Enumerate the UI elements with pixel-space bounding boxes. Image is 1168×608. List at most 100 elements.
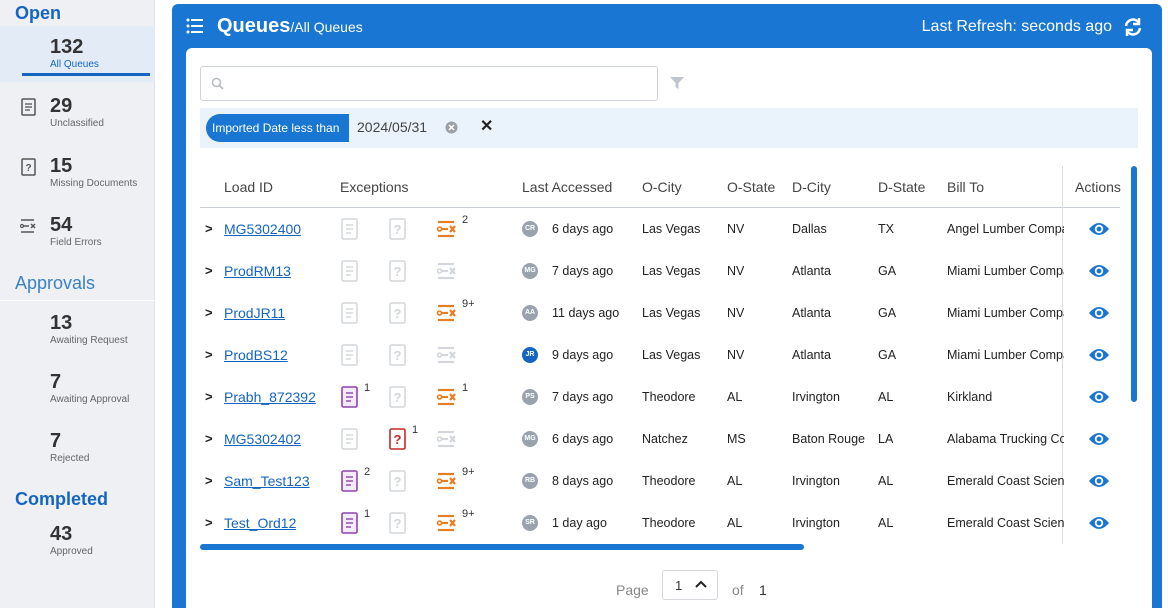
field-error-exception[interactable]: 2 (436, 214, 476, 245)
unclassified-exception[interactable] (340, 217, 380, 245)
horizontal-scrollbar[interactable] (200, 544, 804, 550)
filter-icon[interactable] (670, 77, 684, 90)
missing-document-icon[interactable]: ? (388, 385, 408, 409)
refresh-icon[interactable] (1122, 16, 1144, 38)
column-header-d-city[interactable]: D-City (792, 179, 831, 195)
table-row[interactable]: > ProdRM13? MG 7 days ago Las Vegas NV Atlanta… (200, 250, 1120, 292)
unclassified-document-icon[interactable] (340, 259, 360, 283)
missing-document-exception[interactable]: ? (388, 385, 428, 413)
table-row[interactable]: > MG5302400? 2 CR 6 days ago Las Vegas NV Dalla… (200, 208, 1120, 250)
column-header-bill-to[interactable]: Bill To (947, 179, 984, 195)
expand-row-chevron-icon[interactable]: > (205, 376, 213, 418)
menu-list-icon[interactable] (186, 18, 204, 34)
field-errors-icon[interactable] (436, 511, 460, 535)
field-error-exception[interactable]: 9+ (436, 298, 476, 329)
expand-row-chevron-icon[interactable]: > (205, 250, 213, 292)
column-header-exceptions[interactable]: Exceptions (340, 179, 408, 195)
search-input[interactable] (231, 73, 641, 95)
unclassified-document-icon[interactable] (340, 385, 360, 409)
filter-chip-label[interactable]: Imported Date less than (206, 114, 349, 142)
sidebar-item-missing-documents[interactable]: ? 15 Missing Documents (0, 145, 155, 201)
load-id-link[interactable]: Prabh_872392 (224, 376, 316, 418)
column-header-load-id[interactable]: Load ID (224, 179, 273, 195)
field-error-exception[interactable]: 9+ (436, 466, 476, 497)
unclassified-exception[interactable] (340, 259, 380, 287)
field-error-exception[interactable] (436, 427, 476, 455)
missing-document-icon[interactable]: ? (388, 217, 408, 241)
field-errors-icon[interactable] (436, 301, 460, 325)
field-errors-icon[interactable] (436, 259, 460, 283)
chevron-up-icon[interactable] (695, 579, 707, 589)
field-errors-icon[interactable] (436, 385, 460, 409)
field-errors-icon[interactable] (436, 217, 460, 241)
column-header-last-accessed[interactable]: Last Accessed (522, 179, 612, 195)
sidebar-item-unclassified[interactable]: 29 Unclassified (0, 85, 155, 141)
unclassified-exception[interactable] (340, 301, 380, 329)
load-id-link[interactable]: ProdRM13 (224, 250, 291, 292)
remove-filter-close-icon[interactable]: ✕ (480, 116, 493, 136)
view-eye-icon[interactable] (1088, 388, 1110, 406)
missing-document-icon[interactable]: ? (388, 511, 408, 535)
field-error-exception[interactable] (436, 259, 476, 287)
clear-value-icon[interactable] (445, 121, 458, 134)
load-id-link[interactable]: Test_Ord12 (224, 502, 296, 544)
unclassified-document-icon[interactable] (340, 427, 360, 451)
missing-document-exception[interactable]: ? (388, 259, 428, 287)
field-errors-icon[interactable] (436, 427, 460, 451)
sidebar-item-awaiting-approval[interactable]: 7 Awaiting Approval (0, 361, 155, 417)
missing-document-icon[interactable]: ? (388, 301, 408, 325)
sidebar-item-rejected[interactable]: 7 Rejected (0, 420, 155, 476)
view-eye-icon[interactable] (1088, 304, 1110, 322)
sidebar-item-approved[interactable]: 43 Approved (0, 513, 155, 569)
field-error-exception[interactable]: 9+ (436, 508, 476, 539)
column-header-d-state[interactable]: D-State (878, 179, 925, 195)
expand-row-chevron-icon[interactable]: > (205, 292, 213, 334)
load-id-link[interactable]: Sam_Test123 (224, 460, 310, 502)
missing-document-icon[interactable]: ? (388, 343, 408, 367)
unclassified-exception[interactable] (340, 343, 380, 371)
load-id-link[interactable]: ProdJR11 (224, 292, 285, 334)
expand-row-chevron-icon[interactable]: > (205, 334, 213, 376)
search-box[interactable] (200, 66, 658, 101)
missing-document-exception[interactable]: ? (388, 301, 428, 329)
expand-row-chevron-icon[interactable]: > (205, 208, 213, 250)
field-errors-icon[interactable] (436, 343, 460, 367)
view-eye-icon[interactable] (1088, 514, 1110, 532)
sidebar-item-awaiting-request[interactable]: 13 Awaiting Request (0, 302, 155, 358)
unclassified-document-icon[interactable] (340, 217, 360, 241)
expand-row-chevron-icon[interactable]: > (205, 460, 213, 502)
vertical-scrollbar[interactable] (1131, 166, 1137, 402)
column-header-o-state[interactable]: O-State (727, 179, 775, 195)
unclassified-exception[interactable]: 2 (340, 466, 380, 497)
unclassified-document-icon[interactable] (340, 511, 360, 535)
missing-document-icon[interactable]: ? (388, 259, 408, 283)
view-eye-icon[interactable] (1088, 262, 1110, 280)
filter-chip-value[interactable]: 2024/05/31 (357, 119, 427, 135)
column-header-o-city[interactable]: O-City (642, 179, 682, 195)
page-select[interactable]: 1 (662, 570, 718, 600)
table-row[interactable]: > Sam_Test123 2? 9+ RB 8 days ago Theodore AL Ir… (200, 460, 1120, 502)
load-id-link[interactable]: MG5302400 (224, 208, 301, 250)
field-errors-icon[interactable] (436, 469, 460, 493)
missing-document-exception[interactable]: ? (388, 217, 428, 245)
table-row[interactable]: > MG5302402? 1 MG 6 days ago Natchez MS Baton R… (200, 418, 1120, 460)
load-id-link[interactable]: ProdBS12 (224, 334, 288, 376)
unclassified-exception[interactable]: 1 (340, 382, 380, 413)
missing-document-icon[interactable]: ? (388, 469, 408, 493)
expand-row-chevron-icon[interactable]: > (205, 502, 213, 544)
unclassified-document-icon[interactable] (340, 343, 360, 367)
expand-row-chevron-icon[interactable]: > (205, 418, 213, 460)
field-error-exception[interactable]: 1 (436, 382, 476, 413)
field-error-exception[interactable] (436, 343, 476, 371)
view-eye-icon[interactable] (1088, 220, 1110, 238)
view-eye-icon[interactable] (1088, 472, 1110, 490)
unclassified-document-icon[interactable] (340, 301, 360, 325)
sidebar-item-field-errors[interactable]: 54 Field Errors (0, 204, 155, 260)
missing-document-exception[interactable]: ? (388, 511, 428, 539)
table-row[interactable]: > ProdBS12? JR 9 days ago Las Vegas NV Atlanta… (200, 334, 1120, 376)
missing-document-exception[interactable]: ? (388, 343, 428, 371)
view-eye-icon[interactable] (1088, 346, 1110, 364)
table-row[interactable]: > ProdJR11? 9+ AA 11 days ago Las Vegas NV Atla… (200, 292, 1120, 334)
unclassified-document-icon[interactable] (340, 469, 360, 493)
missing-document-icon[interactable]: ? (388, 427, 408, 451)
